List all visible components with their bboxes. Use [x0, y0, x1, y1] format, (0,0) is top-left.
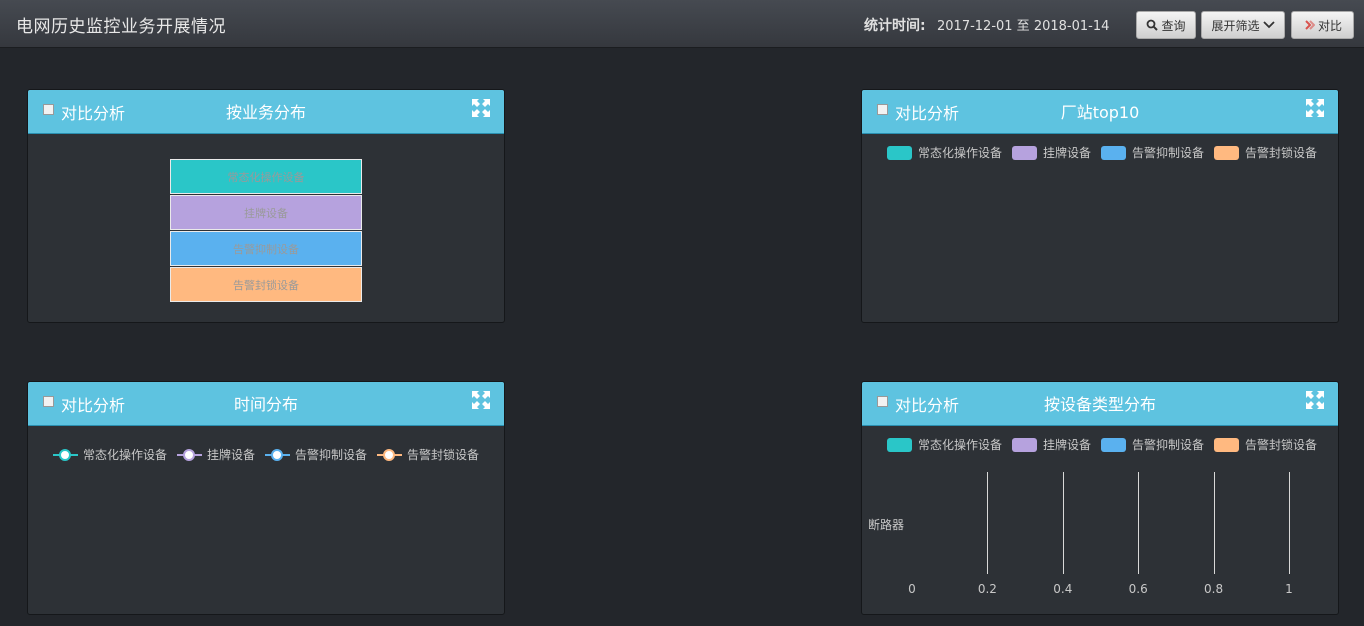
legend-label: 告警抑制设备	[1132, 146, 1205, 160]
panel-title: 时间分布	[233, 395, 298, 414]
x-tick-label: 0	[908, 582, 916, 596]
funnel-segment[interactable]: 告警抑制设备	[170, 231, 362, 266]
x-tick-label: 0.8	[1204, 582, 1224, 596]
chart-legend: 常态化操作设备 挂牌设备 告警抑制设备 告警封锁设备	[887, 144, 1317, 161]
funnel-segment[interactable]: 常态化操作设备	[170, 159, 362, 194]
legend-line-marker	[377, 448, 403, 462]
legend-swatch	[887, 145, 912, 160]
grid-line	[1213, 472, 1215, 574]
legend-label: 告警抑制设备	[295, 448, 368, 462]
legend-swatch	[1101, 145, 1127, 160]
business-distribution-panel: 对比分析 按业务分布 常态化操作设备 挂牌设备 告警抑制设备 告警封锁设备	[27, 89, 505, 323]
chevron-down-icon	[1262, 21, 1275, 29]
legend-item[interactable]: 常态化操作设备	[887, 144, 1002, 161]
compare-button-label: 对比	[1317, 18, 1342, 33]
compare-icon	[1305, 20, 1315, 30]
legend-item[interactable]: 挂牌设备	[177, 446, 255, 463]
grid-line	[1138, 472, 1140, 574]
funnel-segment[interactable]: 告警封锁设备	[170, 267, 362, 302]
x-tick-label: 1	[1285, 582, 1293, 596]
device-type-panel: 对比分析 按设备类型分布 常态化操作设备 挂牌设备 告警抑制设备 告警封锁设备 …	[861, 381, 1339, 615]
legend-label: 挂牌设备	[207, 448, 256, 462]
legend-label: 常态化操作设备	[918, 146, 1003, 160]
panel-header: 对比分析 按业务分布	[28, 90, 504, 134]
legend-label: 挂牌设备	[1043, 146, 1092, 160]
panel-title: 厂站top10	[1060, 103, 1140, 122]
panel-header: 对比分析 时间分布	[28, 382, 504, 426]
legend-swatch	[1214, 145, 1240, 160]
compare-button[interactable]: 对比	[1291, 11, 1354, 39]
legend-label: 告警封锁设备	[407, 448, 480, 462]
top-bar: 电网历史监控业务开展情况 统计时间: 2017-12-01 至 2018-01-…	[0, 0, 1364, 48]
legend-item[interactable]: 常态化操作设备	[53, 446, 167, 463]
search-icon	[1147, 19, 1159, 31]
legend-item[interactable]: 告警封锁设备	[377, 446, 479, 463]
x-tick-label: 0.4	[1053, 582, 1073, 596]
legend-item[interactable]: 告警封锁设备	[1214, 144, 1317, 161]
grid-line	[1062, 472, 1064, 574]
stat-date-range: 2017-12-01 至 2018-01-14	[937, 19, 1110, 34]
stat-time-label: 统计时间:	[864, 18, 926, 34]
grid-line	[1289, 472, 1290, 574]
query-button-label: 查询	[1161, 18, 1186, 33]
x-tick-label: 0.6	[1128, 582, 1148, 596]
page-title: 电网历史监控业务开展情况	[16, 17, 226, 37]
panel-title: 按业务分布	[225, 103, 306, 122]
chart-legend: 常态化操作设备 挂牌设备 告警抑制设备 告警封锁设备	[53, 446, 479, 463]
station-top10-panel: 对比分析 厂站top10 常态化操作设备 挂牌设备 告警抑制设备 告警封锁设备	[861, 89, 1339, 323]
legend-line-marker	[265, 448, 291, 462]
expand-filter-label: 展开筛选	[1211, 18, 1260, 33]
legend-line-marker	[53, 448, 78, 462]
legend-item[interactable]: 告警抑制设备	[265, 446, 367, 463]
grid-line	[987, 472, 989, 574]
time-distribution-panel: 对比分析 时间分布 常态化操作设备 挂牌设备 告警抑制设备 告警封锁设备	[27, 381, 505, 615]
expand-icon[interactable]	[472, 391, 490, 409]
legend-item[interactable]: 挂牌设备	[1012, 144, 1091, 161]
legend-item[interactable]: 告警抑制设备	[1101, 144, 1204, 161]
legend-label: 告警封锁设备	[1245, 146, 1318, 160]
expand-filter-button[interactable]: 展开筛选	[1201, 11, 1285, 39]
legend-swatch	[1012, 145, 1038, 160]
panel-header: 对比分析 厂站top10	[862, 90, 1338, 134]
expand-icon[interactable]	[472, 99, 490, 117]
legend-line-marker	[177, 448, 203, 462]
expand-icon[interactable]	[1306, 99, 1324, 117]
business-funnel-chart: 常态化操作设备 挂牌设备 告警抑制设备 告警封锁设备	[170, 159, 362, 303]
x-tick-label: 0.2	[977, 582, 997, 596]
y-category-label: 断路器	[868, 518, 905, 532]
funnel-segment[interactable]: 挂牌设备	[170, 195, 362, 230]
query-button[interactable]: 查询	[1136, 11, 1196, 39]
legend-label: 常态化操作设备	[83, 448, 168, 462]
device-type-chart: 0 0.2 0.4 0.6 0.8 1 断路器	[862, 382, 1338, 614]
